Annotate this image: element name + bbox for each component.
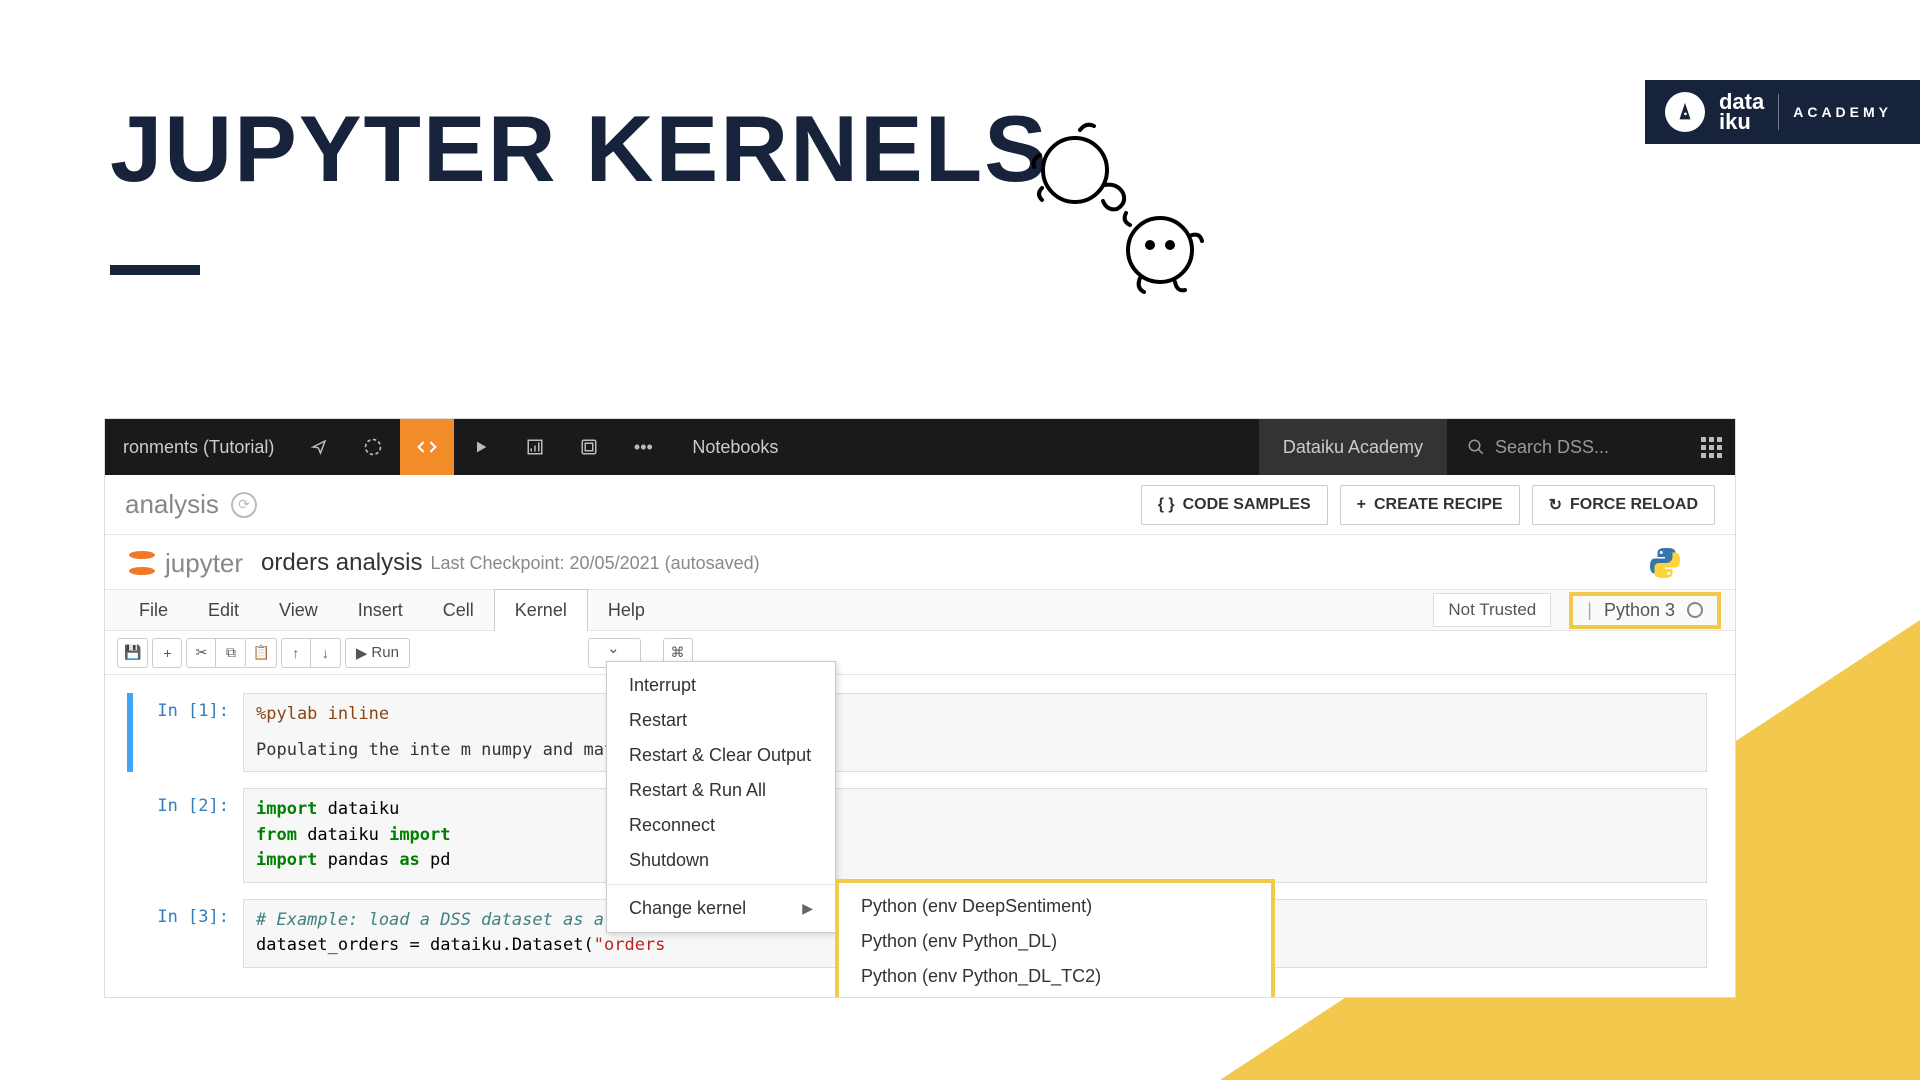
copy-icon[interactable]: ⧉ (216, 638, 246, 668)
search-input[interactable]: Search DSS... (1447, 437, 1687, 458)
breadcrumb-project[interactable]: ronments (Tutorial) (105, 437, 292, 458)
checkpoint-label: Last Checkpoint: 20/05/2021 (autosaved) (430, 553, 759, 574)
academy-label: ACADEMY (1793, 104, 1892, 120)
menu-restart-clear[interactable]: Restart & Clear Output (607, 738, 835, 773)
menu-separator (607, 884, 835, 885)
code-samples-button[interactable]: { }CODE SAMPLES (1141, 485, 1328, 525)
search-placeholder: Search DSS... (1495, 437, 1609, 458)
reload-icon: ↻ (1549, 495, 1562, 515)
kernel-option-datascience[interactable]: Python (env datascience) (839, 994, 1271, 998)
cell-output: Populating the inte m numpy and matplotl… (256, 738, 1694, 764)
notebook-title[interactable]: orders analysis (261, 549, 422, 577)
kernel-option-python-dl-tc2[interactable]: Python (env Python_DL_TC2) (839, 959, 1271, 994)
menu-help[interactable]: Help (588, 589, 665, 631)
dataiku-academy-link[interactable]: Dataiku Academy (1259, 419, 1447, 475)
menu-edit[interactable]: Edit (188, 589, 259, 631)
action-bar: analysis ⟳ { }CODE SAMPLES +CREATE RECIP… (105, 475, 1735, 535)
jupyter-menubar: File Edit View Insert Cell Kernel Help N… (105, 589, 1735, 631)
kernel-name-label: Python 3 (1604, 600, 1675, 621)
run-button[interactable]: ▶Run (345, 638, 410, 668)
dataiku-logo-icon (1665, 92, 1705, 132)
kernel-dropdown: Interrupt Restart Restart & Clear Output… (606, 661, 836, 933)
code-icon[interactable] (400, 419, 454, 475)
plus-icon: + (1357, 496, 1366, 514)
menu-interrupt[interactable]: Interrupt (607, 668, 835, 703)
trust-badge[interactable]: Not Trusted (1433, 593, 1551, 627)
menu-cell[interactable]: Cell (423, 589, 494, 631)
menu-kernel[interactable]: Kernel (494, 589, 588, 631)
chart-icon[interactable] (508, 419, 562, 475)
dss-screenshot: ronments (Tutorial) ••• Notebooks Dataik… (104, 418, 1736, 998)
flow-icon[interactable] (346, 419, 400, 475)
jupyter-toolbar: 💾 + ✂ ⧉ 📋 ↑ ↓ ▶Run ⌘ (105, 631, 1735, 675)
cell-body[interactable]: %pylab inline Populating the inte m nump… (243, 693, 1707, 772)
menu-view[interactable]: View (259, 589, 338, 631)
braces-icon: { } (1158, 496, 1175, 514)
move-down-icon[interactable]: ↓ (311, 638, 341, 668)
kernel-status-icon (1687, 602, 1703, 618)
cell-prompt: In [3]: (133, 899, 243, 968)
python-logo-icon (1647, 545, 1683, 581)
change-kernel-submenu: Python (env DeepSentiment) Python (env P… (835, 879, 1275, 998)
menu-insert[interactable]: Insert (338, 589, 423, 631)
menu-file[interactable]: File (119, 589, 188, 631)
share-icon[interactable] (292, 419, 346, 475)
menu-restart-run-all[interactable]: Restart & Run All (607, 773, 835, 808)
cut-icon[interactable]: ✂ (186, 638, 216, 668)
cell-prompt: In [2]: (133, 788, 243, 883)
save-icon[interactable]: 💾 (117, 638, 148, 668)
jupyter-logo-text: jupyter (165, 548, 243, 579)
notebook-name-breadcrumb: analysis (125, 489, 219, 520)
add-cell-icon[interactable]: + (152, 638, 182, 668)
apps-grid-icon[interactable] (1687, 437, 1735, 458)
menu-reconnect[interactable]: Reconnect (607, 808, 835, 843)
chevron-right-icon: ▶ (802, 900, 813, 917)
refresh-icon[interactable]: ⟳ (231, 492, 257, 518)
search-icon (1467, 438, 1485, 456)
slide-title: JUPYTER KERNELS (110, 95, 1049, 203)
code-cell-2[interactable]: In [2]: import dataiku from dataiku impo… (133, 788, 1707, 883)
title-underline (110, 265, 200, 275)
jupyter-logo-icon (127, 548, 157, 578)
dashboard-icon[interactable] (562, 419, 616, 475)
jupyter-logo[interactable]: jupyter (127, 548, 243, 579)
move-up-icon[interactable]: ↑ (281, 638, 311, 668)
play-icon[interactable] (454, 419, 508, 475)
create-recipe-button[interactable]: +CREATE RECIPE (1340, 485, 1520, 525)
more-icon[interactable]: ••• (616, 419, 670, 475)
section-notebooks[interactable]: Notebooks (670, 437, 800, 458)
menu-restart[interactable]: Restart (607, 703, 835, 738)
dataiku-wordmark: data iku (1719, 92, 1764, 132)
kernel-option-deepsentiment[interactable]: Python (env DeepSentiment) (839, 889, 1271, 924)
cell-body[interactable]: import dataiku from dataiku import impor… (243, 788, 1707, 883)
jupyter-header: jupyter orders analysis Last Checkpoint:… (105, 535, 1735, 589)
kernel-indicator[interactable]: | Python 3 (1569, 592, 1721, 629)
academy-badge: data iku ACADEMY (1645, 80, 1920, 144)
run-play-icon: ▶ (356, 644, 368, 662)
force-reload-button[interactable]: ↻FORCE RELOAD (1532, 485, 1715, 525)
menu-shutdown[interactable]: Shutdown (607, 843, 835, 878)
badge-divider (1778, 94, 1779, 130)
cell-prompt: In [1]: (133, 693, 243, 772)
menu-change-kernel[interactable]: Change kernel ▶ (607, 891, 835, 926)
dss-top-bar: ronments (Tutorial) ••• Notebooks Dataik… (105, 419, 1735, 475)
kernel-option-python-dl[interactable]: Python (env Python_DL) (839, 924, 1271, 959)
paste-icon[interactable]: 📋 (246, 638, 276, 668)
doodle-illustration (1020, 110, 1230, 310)
code-cell-1[interactable]: In [1]: %pylab inline Populating the int… (127, 693, 1707, 772)
